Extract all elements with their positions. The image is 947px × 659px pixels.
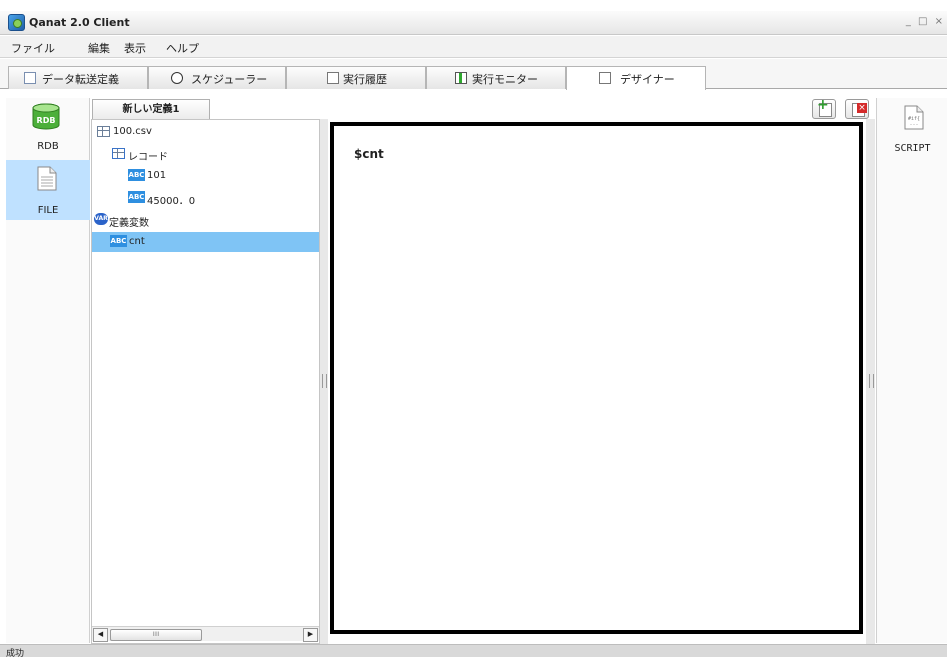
tab-bar: データ転送定義 スケジューラー 実行履歴 実行モニター デザイナー [0,59,947,90]
designer-canvas[interactable]: $cnt [330,122,863,634]
grid-icon [97,126,110,137]
file-icon [37,166,57,191]
source-rdb[interactable]: RDB RDB [6,98,90,158]
tab-label: デザイナー [620,73,675,86]
scroll-thumb[interactable]: IIII [110,629,202,641]
svg-text:RDB: RDB [37,116,56,125]
definition-tab[interactable]: 新しい定義1 [92,99,210,119]
tree-row-selected[interactable]: ABC cnt [92,232,319,252]
abc-icon: ABC [110,235,127,247]
tree-row[interactable]: VAR 定義変数 [92,210,319,230]
definition-tree: 100.csv レコード ABC 101 ABC 45000．0 VAR 定義変… [91,119,320,644]
left-panel: RDB RDB FILE [6,98,90,643]
tab-designer[interactable]: デザイナー [566,66,706,90]
menu-view[interactable]: 表示 [124,40,146,56]
tree-row[interactable]: ABC 45000．0 [92,188,319,208]
right-panel: #if{ ... SCRIPT [876,98,947,643]
source-label: FILE [37,205,59,216]
abc-icon: ABC [128,169,145,181]
var-icon: VAR [94,213,108,225]
history-icon [327,72,339,84]
table-icon [112,148,125,159]
menu-help[interactable]: ヘルプ [166,40,199,56]
tab-label: データ転送定義 [42,73,119,86]
tree-row-label: 100.csv [113,126,152,137]
abc-icon: ABC [128,191,145,203]
tree-row[interactable]: 100.csv [92,122,319,142]
source-label: RDB [37,141,59,152]
tree-row-label: 101 [147,170,167,181]
source-file[interactable]: FILE [6,160,90,220]
title-bar: Qanat 2.0 Client _ □ × [0,11,947,35]
tab-monitor[interactable]: 実行モニター [426,66,566,89]
database-icon: RDB [32,103,60,130]
tree-row-label: 45000．0 [147,196,196,207]
menu-bar: ファイル 編集 表示 ヘルプ [0,36,947,58]
status-text: 成功 [6,649,25,659]
tree-row-label: レコード [128,152,168,163]
tree-row-label: cnt [129,236,145,247]
clock-icon [171,72,183,84]
tab-scheduler[interactable]: スケジューラー [148,66,286,89]
tab-history[interactable]: 実行履歴 [286,66,426,89]
script-icon: #if{ ... [904,105,924,130]
tree-row[interactable]: レコード [92,144,319,164]
window-title: Qanat 2.0 Client [29,16,130,29]
app-icon [8,14,25,31]
window-controls[interactable]: _ □ × [906,16,945,27]
tab-label: 実行履歴 [343,73,387,86]
right-splitter[interactable] [866,119,875,644]
menu-edit[interactable]: 編集 [88,40,110,56]
tree-horizontal-scrollbar[interactable]: ◀ IIII ▶ [92,626,319,642]
delete-definition-button[interactable] [845,99,869,119]
grip-icon [322,374,327,388]
canvas-text[interactable]: $cnt [354,147,384,161]
add-definition-button[interactable] [812,97,836,119]
document-icon [24,72,36,84]
tab-data-transfer[interactable]: データ転送定義 [8,66,148,89]
tab-label: スケジューラー [191,73,268,86]
tool-label: SCRIPT [894,143,931,154]
status-bar: 成功 [0,644,947,659]
designer-icon [599,72,611,84]
left-splitter[interactable] [320,119,328,644]
tree-row-label: 定義変数 [109,218,149,229]
menu-file[interactable]: ファイル [11,40,55,56]
tool-script[interactable]: #if{ ... SCRIPT [877,98,947,158]
scroll-right-arrow-icon[interactable]: ▶ [303,628,318,642]
play-icon [455,72,467,84]
svg-text:...: ... [909,121,918,127]
scroll-left-arrow-icon[interactable]: ◀ [93,628,108,642]
grip-icon [869,374,874,388]
tab-label: 実行モニター [472,73,538,86]
tree-row[interactable]: ABC 101 [92,166,319,186]
